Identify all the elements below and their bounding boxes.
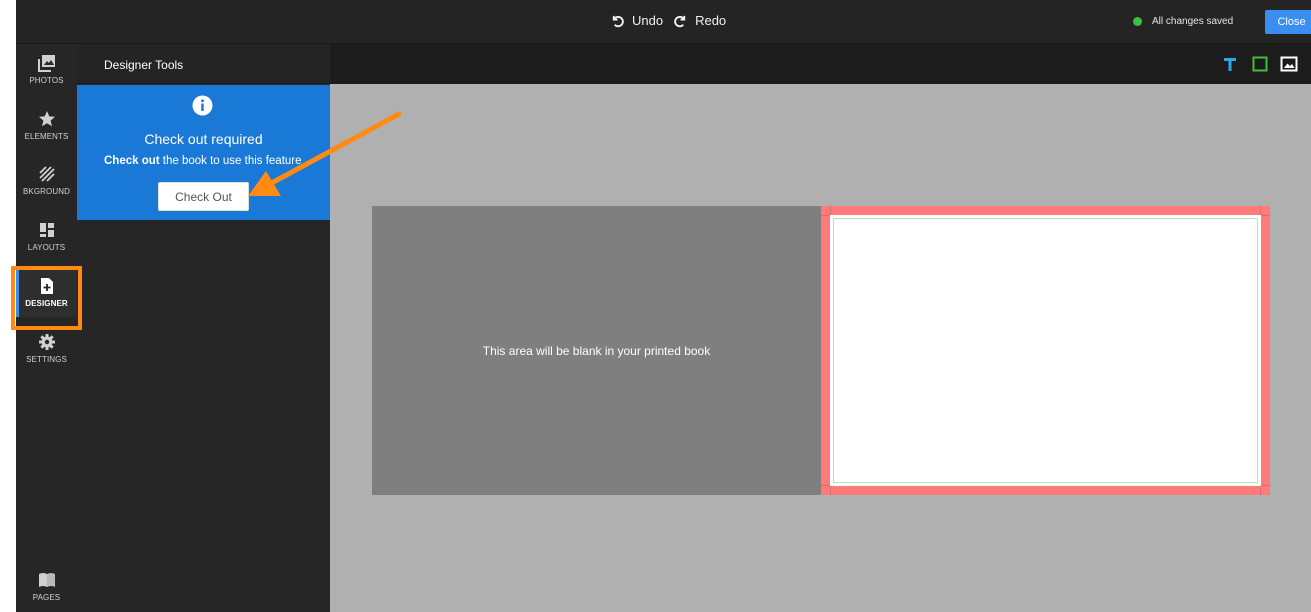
sidebar-item-designer[interactable]: DESIGNER bbox=[16, 267, 77, 317]
edge-strip bbox=[0, 0, 16, 612]
photos-icon bbox=[37, 55, 55, 72]
info-icon bbox=[192, 95, 213, 116]
history-controls: Undo Redo bbox=[610, 13, 726, 28]
top-bar: Undo Redo All changes saved Close bbox=[16, 0, 1311, 44]
blank-page-notice: This area will be blank in your printed … bbox=[482, 344, 711, 358]
sidebar-item-label: DESIGNER bbox=[25, 299, 68, 308]
sidebar-item-settings[interactable]: SETTINGS bbox=[16, 323, 77, 373]
book-icon bbox=[38, 573, 55, 587]
app-root: Undo Redo All changes saved Close PHOTOS… bbox=[0, 0, 1311, 612]
sidebar-item-layouts[interactable]: LAYOUTS bbox=[16, 211, 77, 261]
sidebar-item-label: ELEMENTS bbox=[24, 132, 69, 141]
notice-title: Check out required bbox=[144, 131, 263, 147]
designer-file-icon bbox=[40, 278, 53, 294]
page-content-area[interactable] bbox=[830, 215, 1261, 486]
redo-icon bbox=[674, 15, 686, 28]
sidebar-item-photos[interactable]: PHOTOS bbox=[16, 44, 77, 94]
notice-message-bold: Check out bbox=[104, 155, 160, 167]
sidebar-item-label: PHOTOS bbox=[29, 76, 64, 85]
shape-tool-icon[interactable] bbox=[1251, 55, 1269, 73]
panel-title: Designer Tools bbox=[104, 58, 184, 72]
check-out-button[interactable]: Check Out bbox=[158, 182, 249, 211]
panel-header: Designer Tools bbox=[77, 44, 330, 84]
designer-tools-panel: Designer Tools Check out required Check … bbox=[77, 44, 330, 612]
layouts-icon bbox=[39, 223, 54, 237]
save-status: All changes saved bbox=[1133, 16, 1233, 27]
notice-message-rest: the book to use this feature bbox=[159, 155, 302, 167]
sidebar-rail: PHOTOS ELEMENTS BKGROUND LAYOUTS DESIGNE… bbox=[16, 44, 77, 612]
background-pattern-icon bbox=[38, 166, 55, 182]
safe-area-guide bbox=[833, 218, 1258, 483]
save-status-text: All changes saved bbox=[1152, 16, 1234, 27]
sidebar-item-label: BKGROUND bbox=[22, 187, 71, 196]
checkout-notice: Check out required Check out the book to… bbox=[77, 85, 330, 220]
undo-icon bbox=[612, 15, 624, 28]
book-workspace: This area will be blank in your printed … bbox=[330, 84, 1311, 612]
notice-message: Check out the book to use this feature bbox=[104, 155, 302, 167]
sidebar-item-pages[interactable]: PAGES bbox=[16, 561, 77, 611]
blank-left-page: This area will be blank in your printed … bbox=[372, 206, 821, 495]
close-button[interactable]: Close bbox=[1265, 10, 1311, 34]
star-icon bbox=[38, 111, 55, 127]
image-tool-icon[interactable] bbox=[1280, 55, 1298, 73]
text-tool-icon[interactable] bbox=[1221, 55, 1239, 73]
sidebar-item-label: PAGES bbox=[32, 593, 61, 602]
redo-button[interactable]: Redo bbox=[673, 13, 726, 28]
sidebar-item-background[interactable]: BKGROUND bbox=[16, 155, 77, 205]
canvas-toolbar bbox=[330, 44, 1311, 84]
redo-label: Redo bbox=[695, 13, 727, 28]
printable-right-page[interactable] bbox=[821, 206, 1270, 495]
sidebar-item-elements[interactable]: ELEMENTS bbox=[16, 100, 77, 150]
gear-icon bbox=[38, 334, 55, 350]
saved-indicator-dot bbox=[1133, 17, 1142, 26]
sidebar-item-label: LAYOUTS bbox=[27, 243, 66, 252]
undo-label: Undo bbox=[632, 13, 664, 28]
undo-button[interactable]: Undo bbox=[610, 13, 663, 28]
sidebar-item-label: SETTINGS bbox=[26, 355, 67, 364]
